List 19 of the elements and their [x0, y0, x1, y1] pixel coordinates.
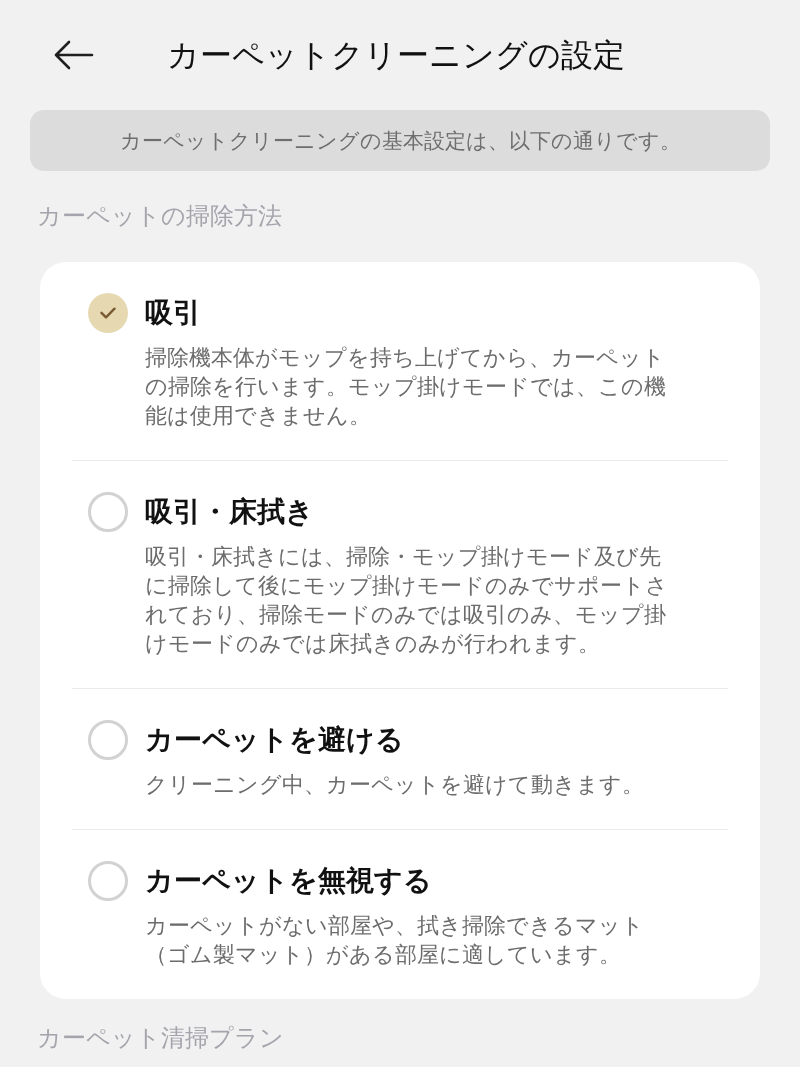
- section-heading: カーペットの掃除方法: [37, 201, 282, 231]
- radio-button[interactable]: [88, 492, 128, 532]
- option-title: カーペットを無視する: [145, 863, 432, 899]
- left-arrow-icon: [54, 40, 94, 70]
- option-description: 吸引・床拭きには、掃除・モップ掛けモード及び先に掃除して後にモップ掛けモードのみでサポートされており、掃除モードのみでは吸引のみ、モップ掛けモードのみでは床拭きのみが行われます。: [145, 543, 669, 658]
- option-title: 吸引・床拭き: [145, 494, 314, 530]
- option-description: カーペットがない部屋や、拭き掃除できるマット（ゴム製マット）がある部屋に適しています。: [145, 912, 645, 969]
- option-title: カーペットを避ける: [145, 722, 404, 758]
- option-description: クリーニング中、カーペットを避けて動きます。: [145, 771, 645, 799]
- radio-button[interactable]: [88, 720, 128, 760]
- info-banner: カーペットクリーニングの基本設定は、以下の通りです。: [30, 110, 770, 171]
- radio-button[interactable]: [88, 861, 128, 901]
- section-heading: カーペット清掃プラン: [37, 1023, 284, 1053]
- check-icon: [100, 307, 116, 319]
- page-title: カーペットクリーニングの設定: [167, 35, 625, 75]
- radio-button[interactable]: [88, 293, 128, 333]
- option-description: 掃除機本体がモップを持ち上げてから、カーペットの掃除を行います。モップ掛けモードでは、この機能は使用できません。: [145, 344, 667, 430]
- option-title: 吸引: [145, 295, 201, 331]
- back-button[interactable]: [54, 40, 94, 70]
